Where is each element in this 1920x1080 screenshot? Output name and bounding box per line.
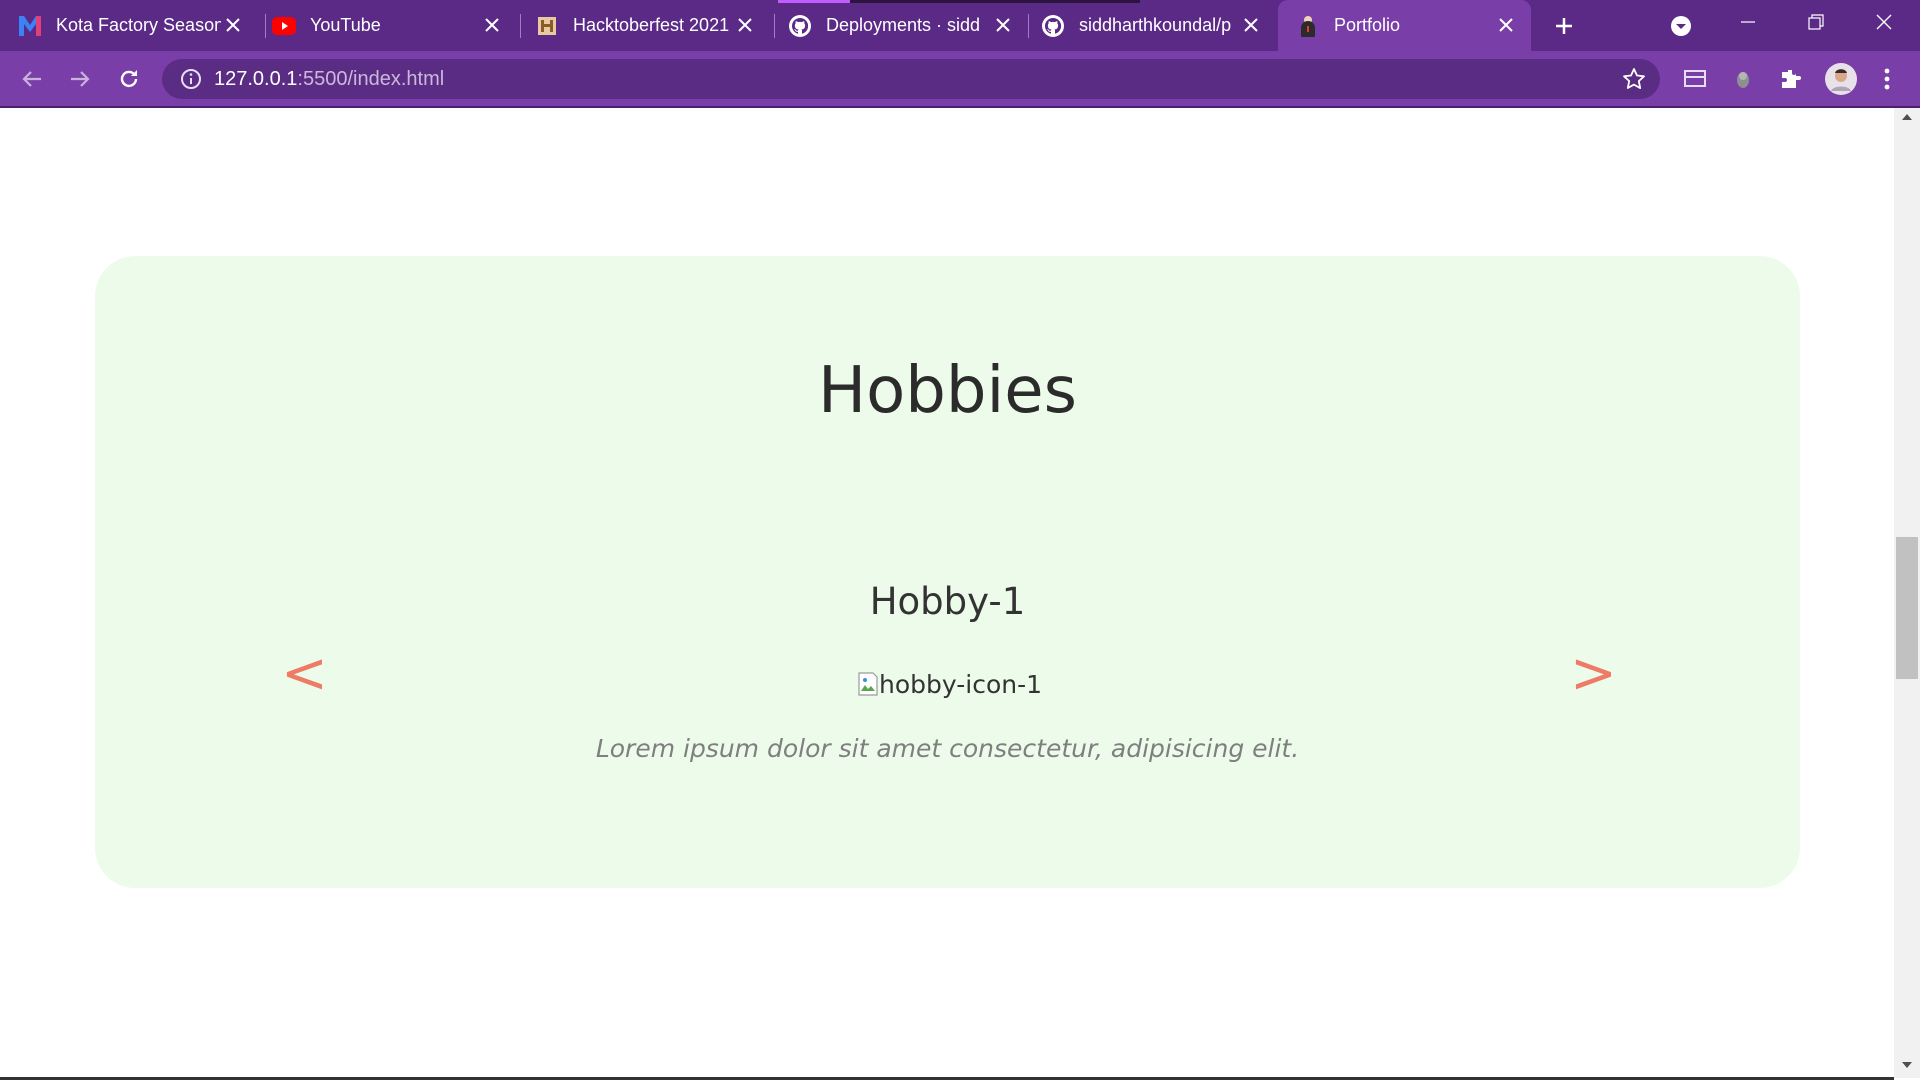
- reload-button[interactable]: [113, 63, 145, 95]
- tab-title: Deployments · siddh: [826, 15, 981, 35]
- browser-menu-button[interactable]: [1873, 65, 1901, 93]
- close-tab-icon[interactable]: [734, 14, 756, 36]
- carousel-prev-button[interactable]: <: [281, 641, 328, 706]
- close-tab-icon[interactable]: [992, 14, 1014, 36]
- scrollbar-thumb[interactable]: [1896, 537, 1918, 679]
- tab-title: YouTube: [310, 15, 381, 35]
- hobby-title: Hobby-1: [869, 580, 1026, 623]
- scroll-up-icon[interactable]: [1900, 112, 1914, 122]
- tab-title: Kota Factory Season: [56, 15, 221, 35]
- close-icon: [1876, 14, 1892, 30]
- profile-avatar-button[interactable]: [1825, 63, 1857, 95]
- url-host: 127.0.0.1: [214, 68, 298, 90]
- media-router-icon: [1684, 70, 1706, 87]
- plus-icon: [1556, 18, 1572, 34]
- address-bar[interactable]: 127.0.0.1:5500/index.html: [162, 59, 1660, 99]
- info-icon[interactable]: [180, 68, 202, 90]
- tab-deployments[interactable]: Deployments · siddh: [788, 0, 1028, 51]
- chevron-down-circle-icon: [1671, 16, 1691, 36]
- arrow-right-icon: [71, 71, 90, 87]
- tab-title: Portfolio: [1334, 15, 1401, 35]
- tab-separator: [1028, 14, 1029, 38]
- portfolio-icon: [1296, 14, 1320, 38]
- tab-hacktoberfest[interactable]: Hacktoberfest 2021: [535, 0, 770, 51]
- tab-title: Hacktoberfest 2021: [573, 15, 730, 35]
- broken-image-icon: [858, 672, 878, 696]
- close-tab-icon[interactable]: [1495, 14, 1517, 36]
- puzzle-icon: [1782, 70, 1801, 88]
- tab-youtube[interactable]: YouTube: [272, 0, 517, 51]
- github-icon: [788, 14, 812, 38]
- tab-strip: Kota Factory Season YouTube Hacktoberfes…: [0, 0, 1920, 51]
- section-title: Hobbies: [817, 354, 1078, 428]
- url-text: 127.0.0.1:5500/index.html: [214, 68, 444, 91]
- hobby-image: hobby-icon-1: [857, 666, 1042, 702]
- tab-separator: [774, 14, 775, 38]
- close-tab-icon[interactable]: [481, 14, 503, 36]
- url-path: :5500/index.html: [297, 68, 445, 90]
- github-icon: [1041, 14, 1065, 38]
- browser-toolbar: 127.0.0.1:5500/index.html: [0, 51, 1920, 108]
- tab-title: siddharthkoundal/p: [1079, 15, 1232, 35]
- hacktoberfest-icon: [535, 14, 559, 38]
- close-tab-icon[interactable]: [222, 14, 244, 36]
- extensions-menu-button[interactable]: [1777, 65, 1805, 93]
- tab-kota-factory[interactable]: Kota Factory Season: [18, 0, 258, 51]
- more-vertical-icon: [1884, 68, 1890, 90]
- tab-separator: [265, 14, 266, 38]
- carousel-next-button[interactable]: >: [1570, 641, 1617, 706]
- tab-github-repo[interactable]: siddharthkoundal/p: [1041, 0, 1276, 51]
- new-tab-button[interactable]: [1534, 4, 1594, 48]
- reload-icon: [120, 70, 138, 88]
- tab-search-button[interactable]: [1651, 4, 1711, 48]
- minimize-icon: [1741, 21, 1755, 23]
- minimize-button[interactable]: [1718, 0, 1778, 44]
- hobby-description: Lorem ipsum dolor sit amet consectetur, …: [595, 734, 1300, 763]
- back-button[interactable]: [16, 63, 48, 95]
- restore-button[interactable]: [1786, 0, 1846, 44]
- hobby-image-alt-text: hobby-icon-1: [879, 669, 1043, 699]
- arrow-left-icon: [22, 71, 41, 87]
- extension-badge-icon: [1737, 72, 1749, 88]
- avatar: [1825, 63, 1857, 95]
- scroll-down-icon[interactable]: [1900, 1060, 1914, 1070]
- restore-icon: [1808, 14, 1824, 30]
- close-window-button[interactable]: [1854, 0, 1914, 44]
- m-logo-icon: [18, 14, 42, 38]
- tab-portfolio[interactable]: Portfolio: [1278, 0, 1531, 51]
- bookmark-star-icon[interactable]: [1622, 67, 1646, 91]
- youtube-icon: [272, 14, 296, 38]
- cast-button[interactable]: [1681, 65, 1709, 93]
- tab-separator: [520, 14, 521, 38]
- close-tab-icon[interactable]: [1240, 14, 1262, 36]
- hobbies-section: Hobbies < > Hobby-1 hobby-icon-1 Lorem i…: [95, 256, 1800, 888]
- forward-button[interactable]: [64, 63, 96, 95]
- extension-button[interactable]: [1729, 65, 1757, 93]
